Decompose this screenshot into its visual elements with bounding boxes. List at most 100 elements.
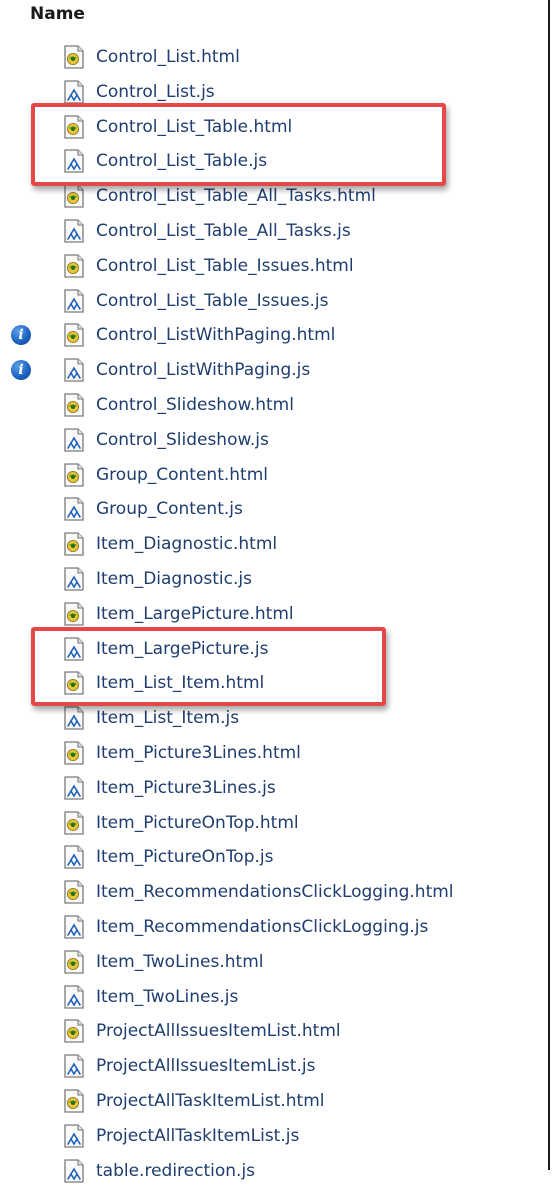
html-file-icon [63,1089,85,1113]
html-file-icon [63,393,85,417]
file-row[interactable]: Item_TwoLines.html [0,945,548,980]
file-name[interactable]: Group_Content.html [96,463,268,487]
html-file-icon [63,671,85,695]
js-file-icon [63,776,85,800]
js-file-icon [63,289,85,313]
file-row[interactable]: Control_List_Table_All_Tasks.html [0,179,548,214]
file-name[interactable]: Control_ListWithPaging.html [96,323,335,347]
js-file-icon [63,497,85,521]
file-name[interactable]: Control_List_Table_All_Tasks.html [96,184,376,208]
file-row[interactable]: Control_List_Table_All_Tasks.js [0,214,548,249]
file-row[interactable]: i Control_ListWithPaging.html [0,318,548,353]
file-row[interactable]: Item_RecommendationsClickLogging.html [0,875,548,910]
html-file-icon [63,880,85,904]
file-row[interactable]: Item_Diagnostic.html [0,527,548,562]
file-name[interactable]: Control_List_Table_Issues.html [96,254,354,278]
file-row[interactable]: ProjectAllIssuesItemList.js [0,1049,548,1084]
info-icon[interactable]: i [11,325,31,345]
file-name[interactable]: Item_RecommendationsClickLogging.html [96,880,454,904]
file-row[interactable]: ProjectAllTaskItemList.html [0,1084,548,1119]
js-file-icon [63,358,85,382]
file-list-panel: Name Control_List.html Control_List.js Con… [0,0,550,1170]
js-file-icon [63,219,85,243]
file-row[interactable]: Item_Picture3Lines.html [0,736,548,771]
file-row[interactable]: Item_RecommendationsClickLogging.js [0,910,548,945]
html-file-icon [63,811,85,835]
file-name[interactable]: Group_Content.js [96,497,243,521]
file-row[interactable]: i Control_ListWithPaging.js [0,353,548,388]
column-header[interactable]: Name [0,0,548,30]
file-name[interactable]: Item_Diagnostic.html [96,532,277,556]
file-name[interactable]: Item_TwoLines.js [96,985,238,1009]
name-column-header[interactable]: Name [30,4,85,24]
file-row[interactable]: ProjectAllTaskItemList.js [0,1119,548,1154]
file-name[interactable]: Control_Slideshow.js [96,428,269,452]
file-name[interactable]: Item_List_Item.js [96,706,239,730]
file-name[interactable]: Item_TwoLines.html [96,950,264,974]
file-name[interactable]: Control_ListWithPaging.js [96,358,310,382]
html-file-icon [63,1019,85,1043]
file-row[interactable]: Item_PictureOnTop.html [0,806,548,841]
file-row[interactable]: Control_List.html [0,40,548,75]
html-file-icon [63,323,85,347]
js-file-icon [63,80,85,104]
file-name[interactable]: Item_Picture3Lines.js [96,776,276,800]
js-file-icon [63,149,85,173]
file-row[interactable]: Item_LargePicture.js [0,632,548,667]
file-row[interactable]: Control_List.js [0,75,548,110]
file-row[interactable]: Control_Slideshow.js [0,423,548,458]
file-name[interactable]: Item_List_Item.html [96,671,264,695]
file-name[interactable]: Control_List_Table_All_Tasks.js [96,219,351,243]
js-file-icon [63,706,85,730]
file-row[interactable]: Item_List_Item.js [0,701,548,736]
file-row[interactable]: Item_TwoLines.js [0,980,548,1015]
file-name[interactable]: Item_Picture3Lines.html [96,741,301,765]
file-name[interactable]: Item_PictureOnTop.html [96,811,299,835]
file-name[interactable]: ProjectAllTaskItemList.js [96,1124,299,1148]
js-file-icon [63,1054,85,1078]
file-name[interactable]: ProjectAllTaskItemList.html [96,1089,324,1113]
file-name[interactable]: table.redirection.js [96,1159,255,1183]
js-file-icon [63,985,85,1009]
file-row[interactable]: table.redirection.js [0,1154,548,1188]
html-file-icon [63,741,85,765]
file-row[interactable]: Item_LargePicture.html [0,597,548,632]
file-name[interactable]: Control_List_Table_Issues.js [96,289,328,313]
html-file-icon [63,254,85,278]
file-row[interactable]: Item_PictureOnTop.js [0,840,548,875]
file-row[interactable]: Item_List_Item.html [0,666,548,701]
js-file-icon [63,567,85,591]
info-icon[interactable]: i [11,360,31,380]
js-file-icon [63,1124,85,1148]
file-name[interactable]: Item_LargePicture.js [96,637,268,661]
file-list: Control_List.html Control_List.js Control_… [0,40,548,1188]
file-row[interactable]: Control_List_Table_Issues.html [0,249,548,284]
html-file-icon [63,115,85,139]
file-name[interactable]: Control_List.js [96,80,215,104]
file-name[interactable]: Item_LargePicture.html [96,602,294,626]
file-name[interactable]: Control_Slideshow.html [96,393,294,417]
html-file-icon [63,45,85,69]
html-file-icon [63,532,85,556]
file-name[interactable]: Control_List.html [96,45,240,69]
file-row[interactable]: Control_Slideshow.html [0,388,548,423]
file-row[interactable]: ProjectAllIssuesItemList.html [0,1014,548,1049]
file-row[interactable]: Group_Content.html [0,458,548,493]
file-name[interactable]: Item_Diagnostic.js [96,567,252,591]
file-row[interactable]: Control_List_Table.js [0,144,548,179]
file-row[interactable]: Item_Picture3Lines.js [0,771,548,806]
file-name[interactable]: ProjectAllIssuesItemList.html [96,1019,341,1043]
file-row[interactable]: Control_List_Table.html [0,110,548,145]
file-name[interactable]: Control_List_Table.js [96,149,267,173]
html-file-icon [63,463,85,487]
file-row[interactable]: Group_Content.js [0,492,548,527]
file-name[interactable]: Item_PictureOnTop.js [96,845,274,869]
file-name[interactable]: ProjectAllIssuesItemList.js [96,1054,315,1078]
html-file-icon [63,184,85,208]
file-name[interactable]: Control_List_Table.html [96,115,292,139]
file-name[interactable]: Item_RecommendationsClickLogging.js [96,915,428,939]
js-file-icon [63,1159,85,1183]
file-row[interactable]: Control_List_Table_Issues.js [0,284,548,319]
html-file-icon [63,602,85,626]
file-row[interactable]: Item_Diagnostic.js [0,562,548,597]
